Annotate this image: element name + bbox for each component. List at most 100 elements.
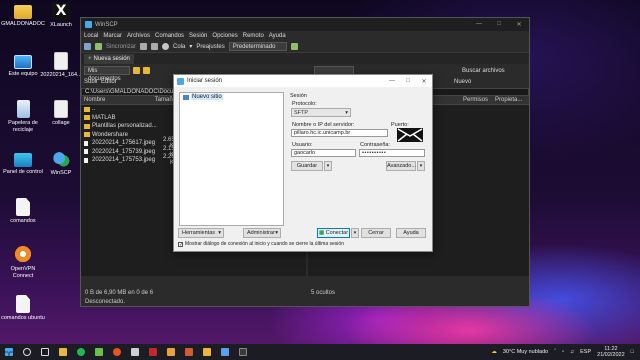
windows-start-icon[interactable] <box>5 348 13 356</box>
taskbar-app-icon[interactable] <box>131 348 139 356</box>
winscp-icon <box>52 150 70 168</box>
tab-new-session[interactable]: + Nueva sesión <box>84 53 134 64</box>
clock[interactable]: 11:22 21/02/2022 <box>597 346 625 358</box>
desktop-icon-label: 20220214_164... <box>40 72 82 78</box>
tools-button[interactable]: Herramientas ▾ <box>178 228 224 238</box>
menu-ayuda[interactable]: Ayuda <box>269 33 286 39</box>
save-button[interactable]: Guardar <box>291 161 323 171</box>
maximize-icon[interactable]: □ <box>400 78 416 85</box>
network-icon[interactable]: ▫ <box>562 349 564 355</box>
user-label: Usuario: <box>292 142 313 148</box>
menu-sesion[interactable]: Sesión <box>189 33 207 39</box>
chevron-down-icon: ▾ <box>345 110 348 116</box>
computer-icon <box>14 55 32 69</box>
desktop-icon-comandos-ubuntu[interactable]: comandos ubuntu <box>0 295 46 322</box>
minimize-icon[interactable]: — <box>384 78 400 85</box>
desktop-icon-collage[interactable]: collage <box>38 100 84 127</box>
advanced-dropdown-toggle[interactable]: ▾ <box>417 161 425 171</box>
upload-button[interactable]: Subir <box>84 79 98 85</box>
new-button[interactable]: Nuevo <box>454 79 471 85</box>
show-on-start-option[interactable]: ✓ Mostrar diálogo de conexión al inicio … <box>178 241 344 247</box>
ubuntu-icon[interactable] <box>113 348 121 356</box>
presets-label: Preajustes <box>196 43 225 50</box>
spotify-icon[interactable] <box>77 348 85 356</box>
desktop-icon-xlaunch[interactable]: X XLaunch <box>38 2 84 29</box>
gear-icon[interactable] <box>162 43 170 50</box>
maximize-icon[interactable]: □ <box>489 21 509 28</box>
presets-dropdown[interactable]: Predeterminado <box>228 42 287 51</box>
close-icon[interactable]: ✕ <box>509 21 529 28</box>
desktop-icon-winscp[interactable]: WinSCP <box>38 150 84 177</box>
chevron-down-icon[interactable]: ▾ <box>189 43 192 50</box>
winscp-icon <box>177 77 184 85</box>
password-input[interactable]: •••••••••• <box>359 149 425 157</box>
folder-icon[interactable] <box>143 67 150 74</box>
toolbar-icon[interactable] <box>95 43 102 50</box>
search-files-button[interactable]: Buscar archivos <box>462 68 505 74</box>
image-file-icon <box>54 52 68 70</box>
menu-archivos[interactable]: Archivos <box>127 33 150 39</box>
protocol-label: Protocolo: <box>292 101 317 107</box>
search-icon[interactable] <box>23 348 31 356</box>
close-icon[interactable]: ✕ <box>416 78 432 85</box>
window-title: WinSCP <box>95 21 118 28</box>
sync-button[interactable]: Sincronizar <box>106 44 136 50</box>
minimize-icon[interactable]: — <box>469 21 489 28</box>
taskbar-app-icon[interactable] <box>203 348 211 356</box>
checkbox-checked[interactable]: ✓ <box>178 241 183 247</box>
help-button[interactable]: Ayuda <box>396 228 426 238</box>
desktop-icon-openvpn[interactable]: OpenVPN Connect <box>0 246 46 279</box>
desktop-icon-image-164[interactable]: 20220214_164... <box>38 52 84 79</box>
menu-comandos[interactable]: Comandos <box>155 33 184 39</box>
column-owner[interactable]: Propieta... <box>495 97 525 103</box>
host-input[interactable]: pillaro.hc.ic.unicamp.br <box>291 129 388 137</box>
notification-icon[interactable]: □ <box>631 349 634 355</box>
menu-remoto[interactable]: Remoto <box>243 33 264 39</box>
taskbar-app-icon[interactable] <box>149 348 157 356</box>
volume-icon[interactable]: ♫ <box>570 349 574 355</box>
taskbar-app-icon[interactable] <box>185 348 193 356</box>
taskbar-app-icon[interactable] <box>167 348 175 356</box>
host-label: Nombre o IP del servidor: <box>292 122 355 128</box>
menu-local[interactable]: Local <box>84 33 98 39</box>
column-permissions[interactable]: Permisos <box>463 97 495 103</box>
folder-icon[interactable] <box>133 67 140 74</box>
toolbar-icon[interactable] <box>290 43 298 50</box>
desktop-icon-comandos[interactable]: comandos <box>0 198 46 225</box>
taskbar-app-icon[interactable] <box>95 348 103 356</box>
winscp-taskbar-icon[interactable] <box>221 348 229 356</box>
column-name[interactable]: Nombre <box>81 97 151 103</box>
location-dropdown[interactable]: Mis documentos <box>84 66 130 82</box>
site-item-new[interactable]: Nuevo sitio <box>180 93 283 101</box>
chevron-up-icon[interactable]: ˆ <box>554 349 556 355</box>
menu-opciones[interactable]: Opciones <box>212 33 237 39</box>
toolbar-icon[interactable] <box>140 43 148 50</box>
advanced-button[interactable]: Avanzado... <box>386 161 416 171</box>
manage-button[interactable]: Administrar ▾ <box>243 228 281 238</box>
save-dropdown-toggle[interactable]: ▾ <box>324 161 332 171</box>
language-indicator[interactable]: ESP <box>580 349 591 355</box>
winscp-icon <box>85 21 92 28</box>
queue-button[interactable]: Cola <box>173 44 185 50</box>
toolbar-icon[interactable] <box>84 43 91 50</box>
folder-icon <box>84 123 90 129</box>
user-input[interactable]: gaocarlo <box>291 149 356 157</box>
edit-button[interactable]: Editor <box>101 79 117 85</box>
task-view-icon[interactable] <box>41 348 49 356</box>
file-explorer-icon[interactable] <box>59 348 67 356</box>
toolbar-icon[interactable] <box>151 43 159 50</box>
document-icon <box>16 295 30 313</box>
tab-label: Nueva sesión <box>93 55 130 62</box>
image-file-icon <box>54 100 68 118</box>
login-button[interactable]: ▦ Conectar <box>317 228 350 238</box>
weather-text[interactable]: 30°C Muy nublado <box>503 349 548 355</box>
menubar: Local Marcar Archivos Comandos Sesión Op… <box>81 31 529 41</box>
menu-marcar[interactable]: Marcar <box>103 33 122 39</box>
close-button[interactable]: Cerrar <box>361 228 391 238</box>
login-dropdown-toggle[interactable]: ▾ <box>351 228 359 238</box>
protocol-select[interactable]: SFTP ▾ <box>291 108 351 117</box>
control-panel-icon <box>14 153 32 167</box>
hidden-files-status[interactable]: 5 ocultos <box>311 290 335 298</box>
winscp-titlebar: WinSCP — □ ✕ <box>81 18 529 31</box>
taskbar-app-icon[interactable] <box>239 348 247 356</box>
